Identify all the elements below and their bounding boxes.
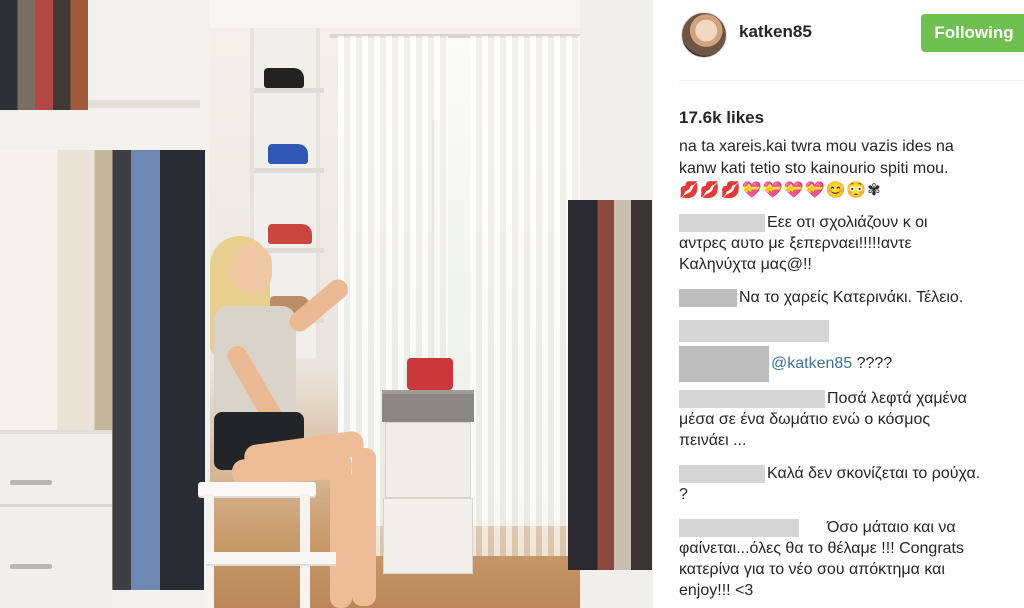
photo-box [385,422,471,498]
comment: Όσο μάταιο και να φαίνεται...όλες θα το … [679,517,1024,601]
photo-box [383,498,473,574]
comment: @katken85 ???? [679,320,1024,382]
caption-line: na ta xareis.kai twra mou vazis ides na [679,138,954,155]
comment-text: φαίνεται...όλες θα το θέλαμε !!! Congrat… [679,540,964,557]
blurred-username [679,346,769,382]
comment: Εεε οτι σχολιάζουν κ οι αντρες αυτο με ξ… [679,212,1024,275]
caption-line: kanw kati tetio sto kainourio spiti mou. [679,160,949,177]
comment-text: μέσα σε ένα δωμάτιο ενώ ο κόσμος [679,411,931,428]
comment-text: Καληνύχτα μας@!! [679,256,812,273]
comment: Καλά δεν σκονίζεται το ρούχα. ? [679,463,1024,505]
comment-text: Καλά δεν σκονίζεται το ρούχα. [767,465,981,482]
photo-shoe-shelf-board [254,168,324,173]
following-button[interactable]: Following [921,14,1024,52]
photo-red-bag [407,358,453,390]
comment-text: enjoy!!! <3 [679,582,754,599]
photo-clothes-top [0,0,88,110]
photo-stool-leg [204,494,214,608]
photo-stool-leg [300,494,310,608]
blurred-username [679,213,765,232]
blurred-username [679,389,825,408]
post-photo[interactable] [0,0,652,608]
photo-shoe [264,68,304,88]
comment-text: κατερίνα για το νέο σου απόκτημα και [679,561,945,578]
photo-curtain-right [470,36,580,556]
comment-text: αντρες αυτο με ξεπερναει!!!!!αντε [679,235,912,252]
comment-text: Εεε οτι σχολιάζουν κ οι [767,214,928,231]
photo-shoe [268,144,308,164]
photo-drawer-divider [0,504,112,507]
photo-clothes-right [568,200,652,570]
mention-link[interactable]: @katken85 [771,355,852,372]
photo-drawer-handle [10,480,52,485]
blurred-username [679,464,765,483]
blurred-username [679,320,829,342]
photo-drawer-handle [10,564,52,569]
blurred-username [679,518,799,537]
comment: Να το χαρείς Κατερινάκι. Τέλειο. [679,287,1024,308]
comment: Ποσά λεφτά χαμένα μέσα σε ένα δωμάτιο εν… [679,388,1024,451]
header-divider [679,80,1024,81]
photo-person-leg [330,466,352,608]
caption-emojis: 💋💋💋💝💝💝💝😊😳✾ [679,182,882,199]
post-header: katken85 Following [653,0,1024,72]
comment-text: πεινάει ... [679,432,747,449]
comment-text: ? [679,486,688,503]
photo-box [382,390,474,422]
photo-person-leg [352,448,376,606]
post-side-panel: katken85 Following 17.6k likes na ta xar… [652,0,1024,608]
photo-shoe-shelf-board [254,88,324,93]
photo-stool-step [206,552,336,564]
likes-count[interactable]: 17.6k likes [679,108,764,128]
photo-shoe [268,224,312,244]
photo-drawers [0,430,112,608]
comment-text: ???? [852,355,893,373]
avatar[interactable] [681,12,727,58]
blurred-username [679,288,737,307]
comments-list[interactable]: na ta xareis.kai twra mou vazis ides na … [679,136,1024,608]
comment-text: Να το χαρείς Κατερινάκι. Τέλειο. [739,289,964,306]
caption: na ta xareis.kai twra mou vazis ides na … [679,136,1024,180]
photo-person-face [232,244,272,294]
username-link[interactable]: katken85 [739,22,812,42]
photo-stool [198,482,316,496]
comment-text: Όσο μάταιο και να [827,519,956,536]
photo-box-stack [382,390,474,574]
comment-text: Ποσά λεφτά χαμένα [827,390,967,407]
